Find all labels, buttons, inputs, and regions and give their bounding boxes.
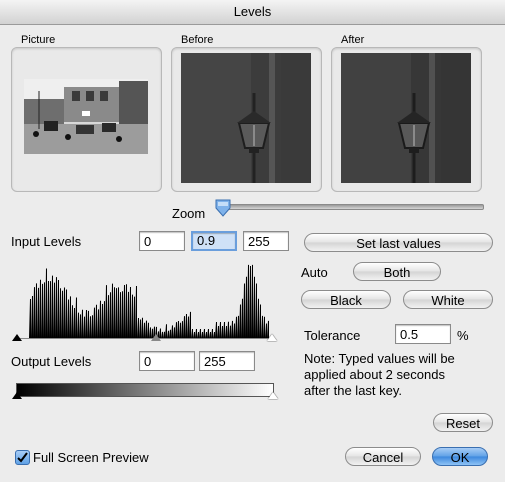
before-pane [171,47,322,192]
output-white-slider-icon[interactable] [268,392,278,399]
output-gradient-bar [16,383,274,397]
input-gamma-field[interactable]: 0.9 [191,231,237,251]
auto-black-button[interactable]: Black [301,290,391,309]
after-pane [331,47,482,192]
cancel-button[interactable]: Cancel [345,447,421,466]
tolerance-unit: % [457,328,469,343]
picture-thumbnail[interactable] [24,79,148,154]
auto-label: Auto [301,265,328,280]
full-screen-label[interactable]: Full Screen Preview [33,450,149,465]
note-line-3: after the last key. [304,383,403,398]
zoom-slider-thumb[interactable] [215,199,231,217]
input-levels-line [16,338,274,339]
full-screen-checkbox[interactable] [15,450,30,465]
reset-button[interactable]: Reset [433,413,493,432]
note-line-2: applied about 2 seconds [304,367,445,382]
input-black-slider-icon[interactable] [12,334,22,341]
before-preview [181,53,311,183]
note-text: Note: Typed values will be applied about… [304,351,455,399]
input-levels-label: Input Levels [11,234,82,249]
output-black-slider-icon[interactable] [12,392,22,399]
auto-white-button[interactable]: White [403,290,493,309]
picture-label: Picture [21,34,56,46]
after-label: After [341,34,365,46]
picture-pane [11,47,162,192]
zoom-slider-track[interactable] [222,204,484,210]
after-preview [341,53,471,183]
note-line-1: Note: Typed values will be [304,351,455,366]
auto-both-button[interactable]: Both [353,262,441,281]
zoom-label: Zoom [172,206,206,221]
output-levels-label: Output Levels [11,354,92,369]
tolerance-label: Tolerance [304,328,361,343]
input-gamma-slider-icon[interactable] [151,334,161,341]
window-title: Levels [0,0,505,25]
histogram [16,258,275,338]
tolerance-field[interactable]: 0.5 [395,324,451,344]
levels-window: Levels Picture Before After Zoom Input L… [0,0,505,482]
set-last-values-button[interactable]: Set last values [304,233,493,252]
ok-button[interactable]: OK [432,447,488,466]
output-black-field[interactable]: 0 [139,351,195,371]
checkmark-icon [17,452,28,463]
before-label: Before [181,34,214,46]
input-black-field[interactable]: 0 [139,231,185,251]
output-white-field[interactable]: 255 [199,351,255,371]
input-white-field[interactable]: 255 [243,231,289,251]
input-white-slider-icon[interactable] [267,334,277,341]
